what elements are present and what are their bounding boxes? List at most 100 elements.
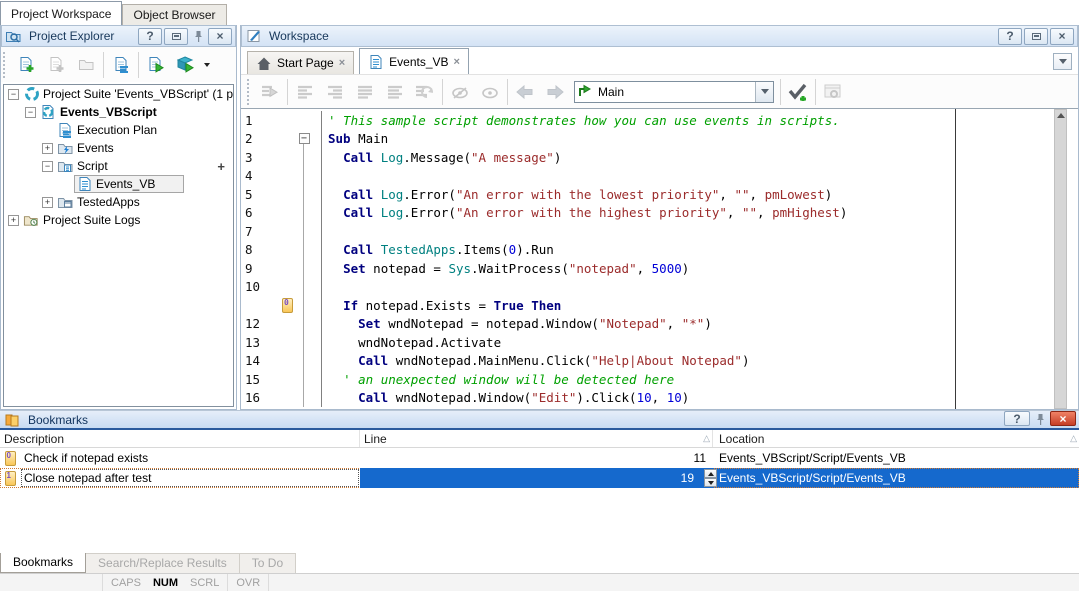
document-tab-start-page[interactable]: Start Page× — [247, 51, 354, 74]
toolbar-grip[interactable] — [3, 52, 8, 78]
tree-item-body[interactable]: Events_VBScript — [40, 104, 157, 120]
code-line[interactable]: 15 ' an unexpected window will be detect… — [241, 370, 1054, 389]
script-folder-icon — [57, 158, 74, 174]
code-line[interactable]: 5 Call Log.Error("An error with the lowe… — [241, 185, 1054, 204]
tree-item-events-vb[interactable]: Events_VB — [4, 175, 233, 193]
run-project-icon[interactable] — [141, 50, 171, 80]
code-line[interactable]: 13 wndNotepad.Activate — [241, 333, 1054, 352]
gutter-separator — [312, 370, 322, 389]
column-header-line[interactable]: Line△ — [360, 430, 713, 447]
code-line[interactable]: 12 Set wndNotepad = notepad.Window("Note… — [241, 315, 1054, 334]
tree-item-script[interactable]: −Script + — [4, 157, 233, 175]
tree-item-body[interactable]: TestedApps — [57, 194, 140, 210]
scroll-up-icon[interactable] — [1057, 113, 1065, 118]
tab-close-icon[interactable]: × — [339, 57, 345, 69]
panel-tab-bookmarks[interactable]: Bookmarks — [0, 553, 86, 573]
line-number-stepper[interactable] — [704, 469, 717, 487]
add-project-icon[interactable] — [11, 50, 41, 80]
help-button[interactable]: ? — [1004, 411, 1030, 426]
organize-items-icon[interactable] — [106, 50, 136, 80]
column-header-location[interactable]: Location△ — [713, 430, 1079, 447]
expand-icon[interactable]: + — [42, 197, 53, 208]
pin-button[interactable] — [1032, 411, 1048, 428]
code-line[interactable]: 9 Set notepad = Sys.WaitProcess("notepad… — [241, 259, 1054, 278]
code-line[interactable]: 3 Call Log.Message("A message") — [241, 148, 1054, 167]
bookmarks-header-buttons: ?× — [1002, 411, 1076, 428]
help-button[interactable]: ? — [998, 28, 1022, 45]
close-button[interactable]: × — [1050, 411, 1076, 426]
fold-collapse-icon[interactable]: − — [296, 130, 312, 149]
tree-item-body[interactable]: Script — [57, 158, 108, 174]
code-editor[interactable]: 1' This sample script demonstrates how y… — [241, 108, 1078, 409]
bookmark-description-edit-field[interactable]: Close notepad after test — [20, 468, 360, 488]
close-button[interactable]: × — [208, 28, 232, 45]
tab-list-button[interactable] — [1053, 53, 1072, 70]
tree-item-project-suite-logs[interactable]: + Project Suite Logs — [4, 211, 233, 229]
tree-item-project-suite-events-vbscript-[interactable]: −Project Suite 'Events_VBScript' (1 proj… — [4, 85, 233, 103]
main-area: Project Explorer ?× −Project Suite 'Even… — [0, 25, 1079, 410]
code-line[interactable]: 8 Call TestedApps.Items(0).Run — [241, 241, 1054, 260]
close-button[interactable]: × — [1050, 28, 1074, 45]
document-tab-events-vb[interactable]: Events_VB× — [359, 48, 469, 74]
auto-hide-button[interactable] — [1024, 28, 1048, 45]
code-line[interactable]: 1' This sample script demonstrates how y… — [241, 111, 1054, 130]
code-line[interactable]: 7 — [241, 222, 1054, 241]
bookmark-gutter-icon[interactable]: 0 — [279, 298, 296, 313]
add-item-inline-icon[interactable]: + — [217, 159, 225, 174]
bookmark-line-edit-field[interactable]: 19 — [360, 468, 713, 488]
code-line[interactable]: 10 — [241, 278, 1054, 297]
panel-tab-to-do[interactable]: To Do — [240, 553, 296, 573]
tree-item-body[interactable]: Execution Plan — [57, 122, 157, 138]
collapse-icon[interactable]: − — [8, 89, 19, 100]
gutter-separator — [312, 185, 322, 204]
tab-close-icon[interactable]: × — [454, 56, 460, 68]
run-project-suite-icon[interactable] — [171, 50, 201, 80]
bookmark-row[interactable]: 0Check if notepad exists11Events_VBScrip… — [0, 448, 1079, 468]
editor-vertical-scrollbar[interactable] — [1054, 109, 1067, 409]
column-header-description[interactable]: Description — [0, 430, 360, 447]
tree-item-body[interactable]: Project Suite Logs — [23, 212, 140, 228]
indicator-num: NUM — [153, 577, 178, 589]
tree-item-body[interactable]: Project Suite 'Events_VBScript' (1 proje… — [23, 86, 233, 102]
expand-icon[interactable]: + — [42, 143, 53, 154]
help-button[interactable]: ? — [138, 28, 162, 45]
bookmarks-panel-header[interactable]: Bookmarks ?× — [0, 411, 1079, 430]
sort-asc-icon: △ — [703, 433, 710, 444]
tree-item-body[interactable]: Events — [57, 140, 114, 156]
bookmark-row[interactable]: 1Close notepad after test19Events_VBScri… — [0, 468, 1079, 488]
auto-hide-button[interactable] — [164, 28, 188, 45]
indent-icon — [320, 77, 350, 107]
line-number: 14 — [241, 353, 279, 368]
toolbar-grip[interactable] — [247, 79, 252, 105]
workspace-header[interactable]: Workspace ?× — [241, 25, 1078, 47]
tree-item-body[interactable]: Events_VB — [74, 175, 184, 193]
bookmark-line[interactable]: 11 — [360, 448, 713, 468]
mode-tab-project-workspace[interactable]: Project Workspace — [0, 1, 122, 25]
routine-selector[interactable]: Main — [574, 81, 774, 103]
status-overwrite-indicator: OVR — [228, 574, 269, 591]
create-checkpoint-icon[interactable] — [783, 77, 813, 107]
tree-item-events[interactable]: + Events — [4, 139, 233, 157]
panel-tab-search-replace-results[interactable]: Search/Replace Results — [86, 553, 240, 573]
code-line[interactable]: 2−Sub Main — [241, 130, 1054, 149]
code-line[interactable]: 14 Call wndNotepad.MainMenu.Click("Help|… — [241, 352, 1054, 371]
status-cell-empty — [269, 574, 1079, 591]
code-line[interactable]: 4 — [241, 167, 1054, 186]
toolbar-more-icon[interactable] — [201, 50, 213, 80]
collapse-icon[interactable]: − — [42, 161, 53, 172]
pin-button[interactable] — [190, 28, 206, 45]
workspace-mode-tabs: Project WorkspaceObject Browser — [0, 0, 1079, 25]
bookmark-description[interactable]: Check if notepad exists — [20, 448, 360, 468]
tree-item-execution-plan[interactable]: Execution Plan — [4, 121, 233, 139]
collapse-icon[interactable]: − — [25, 107, 36, 118]
tree-item-events-vbscript[interactable]: −Events_VBScript — [4, 103, 233, 121]
routine-selector-dropdown[interactable] — [755, 82, 773, 102]
code-line[interactable]: 16 Call wndNotepad.Window("Edit").Click(… — [241, 389, 1054, 408]
mode-tab-object-browser[interactable]: Object Browser — [122, 4, 226, 25]
code-line[interactable]: 0 If notepad.Exists = True Then — [241, 296, 1054, 315]
code-line[interactable]: 6 Call Log.Error("An error with the high… — [241, 204, 1054, 223]
gutter-separator — [312, 111, 322, 130]
expand-icon[interactable]: + — [8, 215, 19, 226]
project-explorer-header[interactable]: Project Explorer ?× — [1, 25, 236, 47]
tree-item-testedapps[interactable]: + TestedApps — [4, 193, 233, 211]
